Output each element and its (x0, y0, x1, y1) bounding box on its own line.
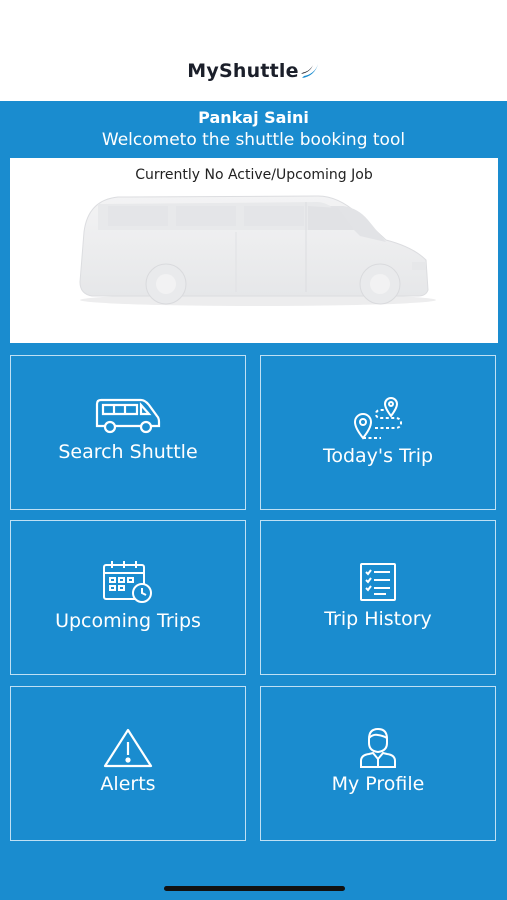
user-name: Pankaj Saini (198, 108, 309, 127)
trip-history-tile[interactable]: Trip History (260, 520, 496, 675)
tile-label: Upcoming Trips (55, 610, 201, 632)
calendar-clock-icon (103, 561, 152, 603)
upcoming-trips-tile[interactable]: Upcoming Trips (10, 520, 246, 675)
tile-label: Alerts (100, 773, 156, 795)
van-icon (95, 398, 161, 434)
welcome-message: Welcometo the shuttle booking tool (101, 130, 406, 150)
alerts-tile[interactable]: Alerts (10, 686, 246, 841)
tile-label: Trip History (324, 608, 432, 630)
swoosh-icon (300, 64, 318, 78)
home-indicator[interactable] (164, 886, 345, 891)
todays-trip-tile[interactable]: Today's Trip (260, 355, 496, 510)
search-shuttle-tile[interactable]: Search Shuttle (10, 355, 246, 510)
van-image (79, 195, 436, 306)
tile-label: Today's Trip (322, 445, 434, 467)
logo-text: MyShuttle (187, 60, 299, 82)
top-bar: MyShuttle (0, 0, 507, 101)
user-profile-icon (360, 727, 396, 768)
app-logo: MyShuttle (0, 60, 507, 82)
tile-label: Search Shuttle (58, 441, 198, 463)
job-status-text: Currently No Active/Upcoming Job (135, 167, 373, 183)
checklist-icon (360, 563, 396, 601)
tile-label: My Profile (331, 773, 425, 795)
job-status-card: Currently No Active/Upcoming Job (10, 158, 498, 343)
route-pin-icon (353, 397, 403, 440)
my-profile-tile[interactable]: My Profile (260, 686, 496, 841)
warning-icon (103, 728, 153, 768)
